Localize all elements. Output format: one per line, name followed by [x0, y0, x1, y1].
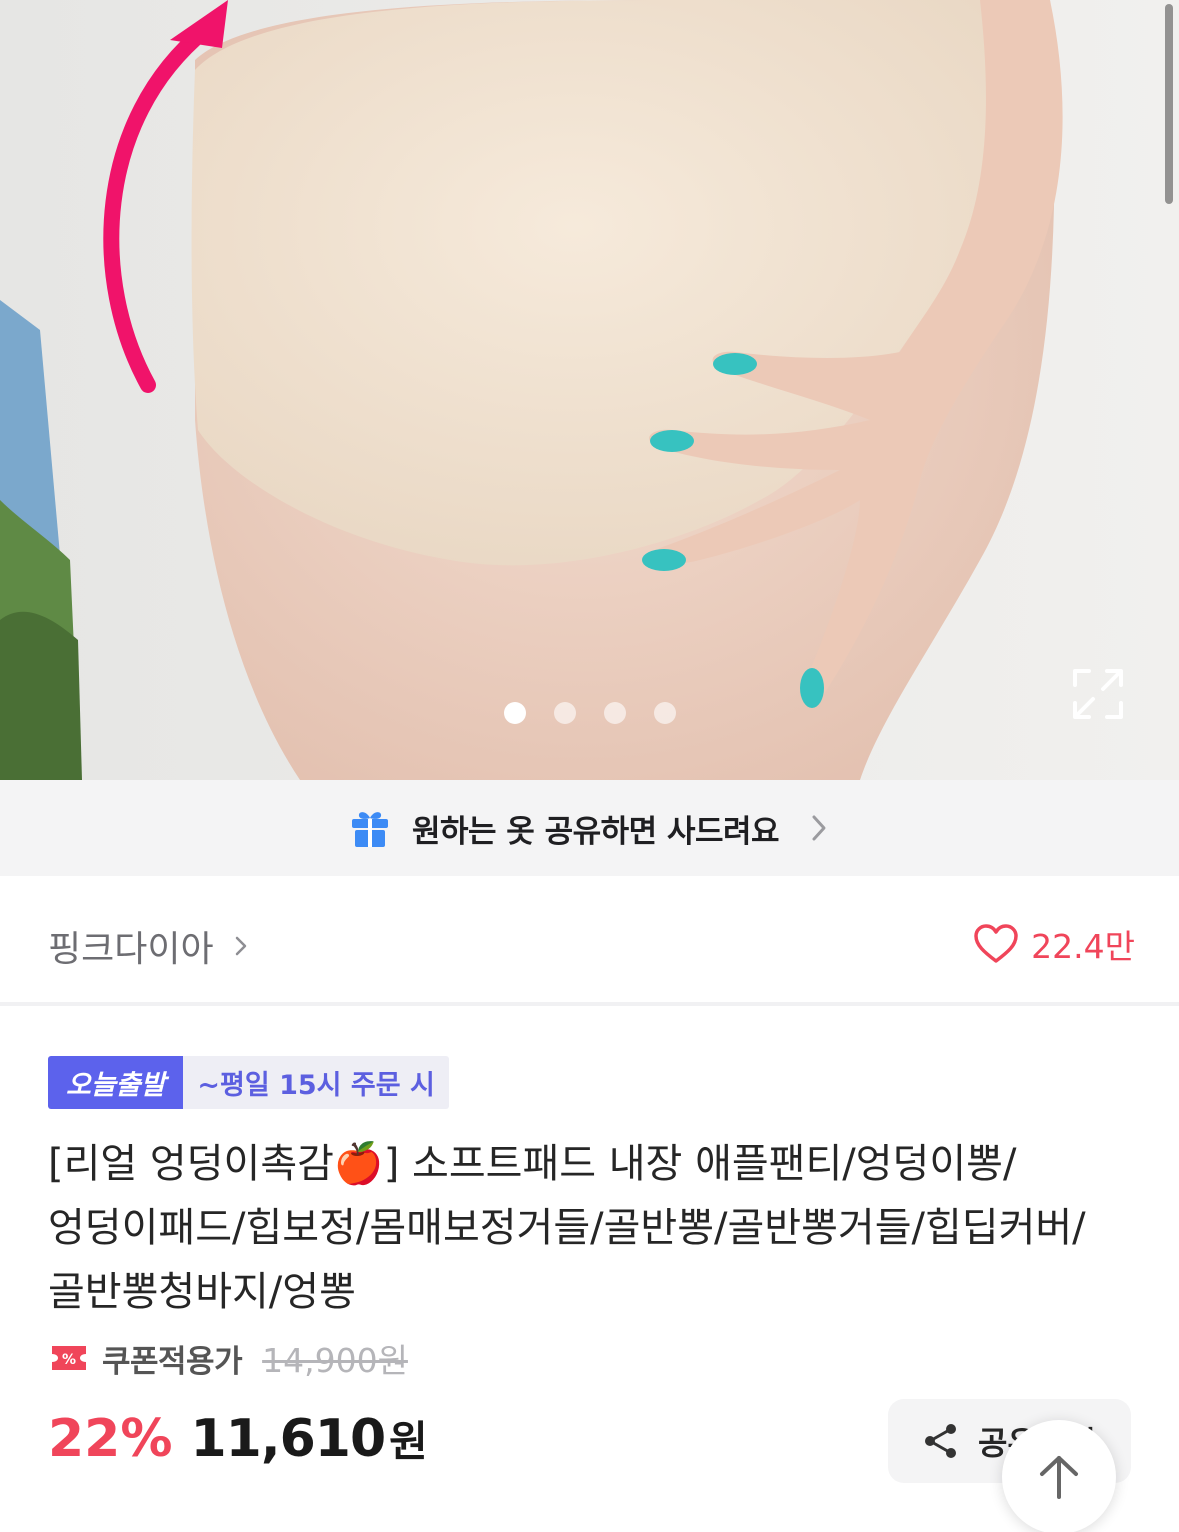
page-dot-3[interactable] — [603, 702, 626, 724]
today-ship-badge: 오늘출발 — [48, 1056, 184, 1109]
coupon-price-row: % 쿠폰적용가 14,900원 — [50, 1334, 408, 1382]
chevron-right-icon — [235, 936, 246, 956]
gift-share-banner[interactable]: 원하는 옷 공유하면 사드려요 — [0, 780, 1179, 876]
expand-icon[interactable] — [1072, 668, 1124, 720]
scroll-to-top-button[interactable] — [1002, 1420, 1116, 1532]
page-dot-4[interactable] — [653, 702, 676, 724]
store-link[interactable]: 핑크다이아 — [48, 920, 248, 972]
svg-text:%: % — [62, 1352, 76, 1368]
heart-outline-icon — [974, 924, 1018, 963]
original-price: 14,900원 — [262, 1341, 408, 1380]
discount-rate: 22% — [48, 1409, 173, 1469]
store-name: 핑크다이아 — [48, 929, 214, 970]
product-photo — [0, 0, 1179, 780]
product-title: [리얼 엉덩이촉감🍎] 소프트패드 내장 애플팬티/엉덩이뽕/엉덩이패드/힙보정… — [48, 1141, 1086, 1315]
like-button[interactable]: 22.4만 — [973, 920, 1135, 968]
arrow-up-icon — [1040, 1456, 1078, 1499]
like-count: 22.4만 — [1031, 927, 1135, 966]
product-image-gallery[interactable] — [0, 0, 1179, 780]
delivery-cutoff-note: ~평일 15시 주문 시 — [183, 1056, 449, 1109]
chevron-right-icon — [812, 815, 826, 841]
page-dot-1[interactable] — [503, 702, 526, 724]
sale-price: 11,610 — [190, 1409, 386, 1469]
gift-icon — [351, 812, 388, 847]
delivery-badge: 오늘출발 ~평일 15시 주문 시 — [48, 1056, 449, 1109]
share-icon — [925, 1424, 956, 1458]
store-row: 핑크다이아 22.4만 — [0, 876, 1179, 1006]
coupon-percent-icon: % — [52, 1346, 86, 1370]
coupon-price-label: 쿠폰적용가 — [102, 1343, 243, 1380]
page-scrollbar[interactable] — [1165, 4, 1173, 204]
gallery-pagination — [0, 702, 1179, 724]
gift-banner-text: 원하는 옷 공유하면 사드려요 — [411, 813, 780, 850]
page-dot-2[interactable] — [553, 702, 576, 724]
price-unit: 원 — [389, 1417, 428, 1466]
price-row: 22% 11,610 원 — [48, 1408, 428, 1469]
